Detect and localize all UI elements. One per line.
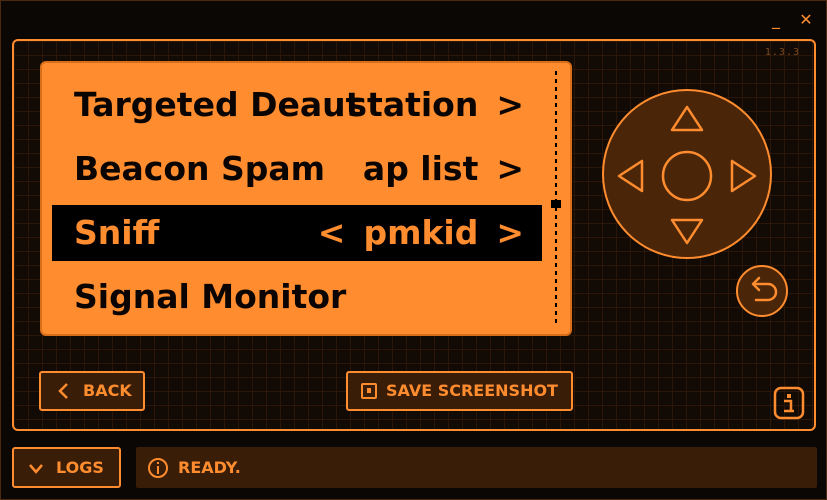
dpad-up-icon[interactable] xyxy=(670,105,704,132)
menu-item-targeted-deaut[interactable]: Targeted Deaut station > xyxy=(52,77,542,133)
info-button[interactable] xyxy=(773,386,805,420)
back-label: BACK xyxy=(83,381,132,400)
version-label: 1.3.3 xyxy=(764,47,800,58)
menu-item-label: Beacon Spam xyxy=(74,149,326,188)
dpad-down-icon[interactable] xyxy=(670,218,704,245)
minimize-icon: _ xyxy=(772,10,780,29)
close-button[interactable]: ✕ xyxy=(794,9,818,31)
menu-item-sniff[interactable]: Sniff < pmkid > xyxy=(52,205,542,261)
close-icon: ✕ xyxy=(799,10,813,29)
app-window: _ ✕ 1.3.3 Targeted Deaut station > Beacon… xyxy=(0,0,827,500)
menu-item-signal-monitor[interactable]: Signal Monitor xyxy=(52,269,542,325)
save-icon xyxy=(361,383,377,399)
device-screen: Targeted Deaut station > Beacon Spam ap l… xyxy=(40,61,572,336)
menu-item-beacon-spam[interactable]: Beacon Spam ap list > xyxy=(52,141,542,197)
back-button[interactable]: BACK xyxy=(39,371,145,411)
chevron-right-icon: > xyxy=(496,85,524,124)
logs-label: LOGS xyxy=(56,458,104,477)
dpad xyxy=(602,89,772,259)
menu-item-value: station > xyxy=(347,85,524,124)
minimize-button[interactable]: _ xyxy=(764,9,788,31)
menu-item-label: Sniff xyxy=(74,213,160,252)
save-screenshot-button[interactable]: SAVE SCREENSHOT xyxy=(346,371,573,411)
device-panel: 1.3.3 Targeted Deaut station > Beacon Spa… xyxy=(12,39,816,431)
dpad-center-icon[interactable] xyxy=(661,150,713,202)
scrollbar-thumb[interactable] xyxy=(551,200,561,208)
undo-button[interactable] xyxy=(736,265,788,317)
dpad-right-icon[interactable] xyxy=(730,159,757,193)
chevron-left-icon: < xyxy=(317,213,346,252)
info-icon xyxy=(773,386,805,420)
menu-item-label: Targeted Deaut xyxy=(74,85,362,124)
save-screenshot-label: SAVE SCREENSHOT xyxy=(386,381,558,400)
chevron-right-icon: > xyxy=(496,213,524,252)
menu-item-label: Signal Monitor xyxy=(74,277,347,316)
menu-item-value: ap list > xyxy=(362,149,524,188)
scrollbar-track[interactable] xyxy=(555,71,557,323)
logs-button[interactable]: LOGS xyxy=(12,447,121,488)
undo-arrow-icon xyxy=(751,276,778,302)
info-circle-icon xyxy=(148,458,168,478)
chevron-down-icon xyxy=(29,464,43,474)
menu-item-value: < pmkid > xyxy=(317,213,524,252)
chevron-left-icon xyxy=(58,383,68,399)
dpad-left-icon[interactable] xyxy=(617,159,644,193)
status-text: READY. xyxy=(178,458,241,477)
chevron-right-icon: > xyxy=(496,149,524,188)
status-bar: READY. xyxy=(136,447,817,488)
